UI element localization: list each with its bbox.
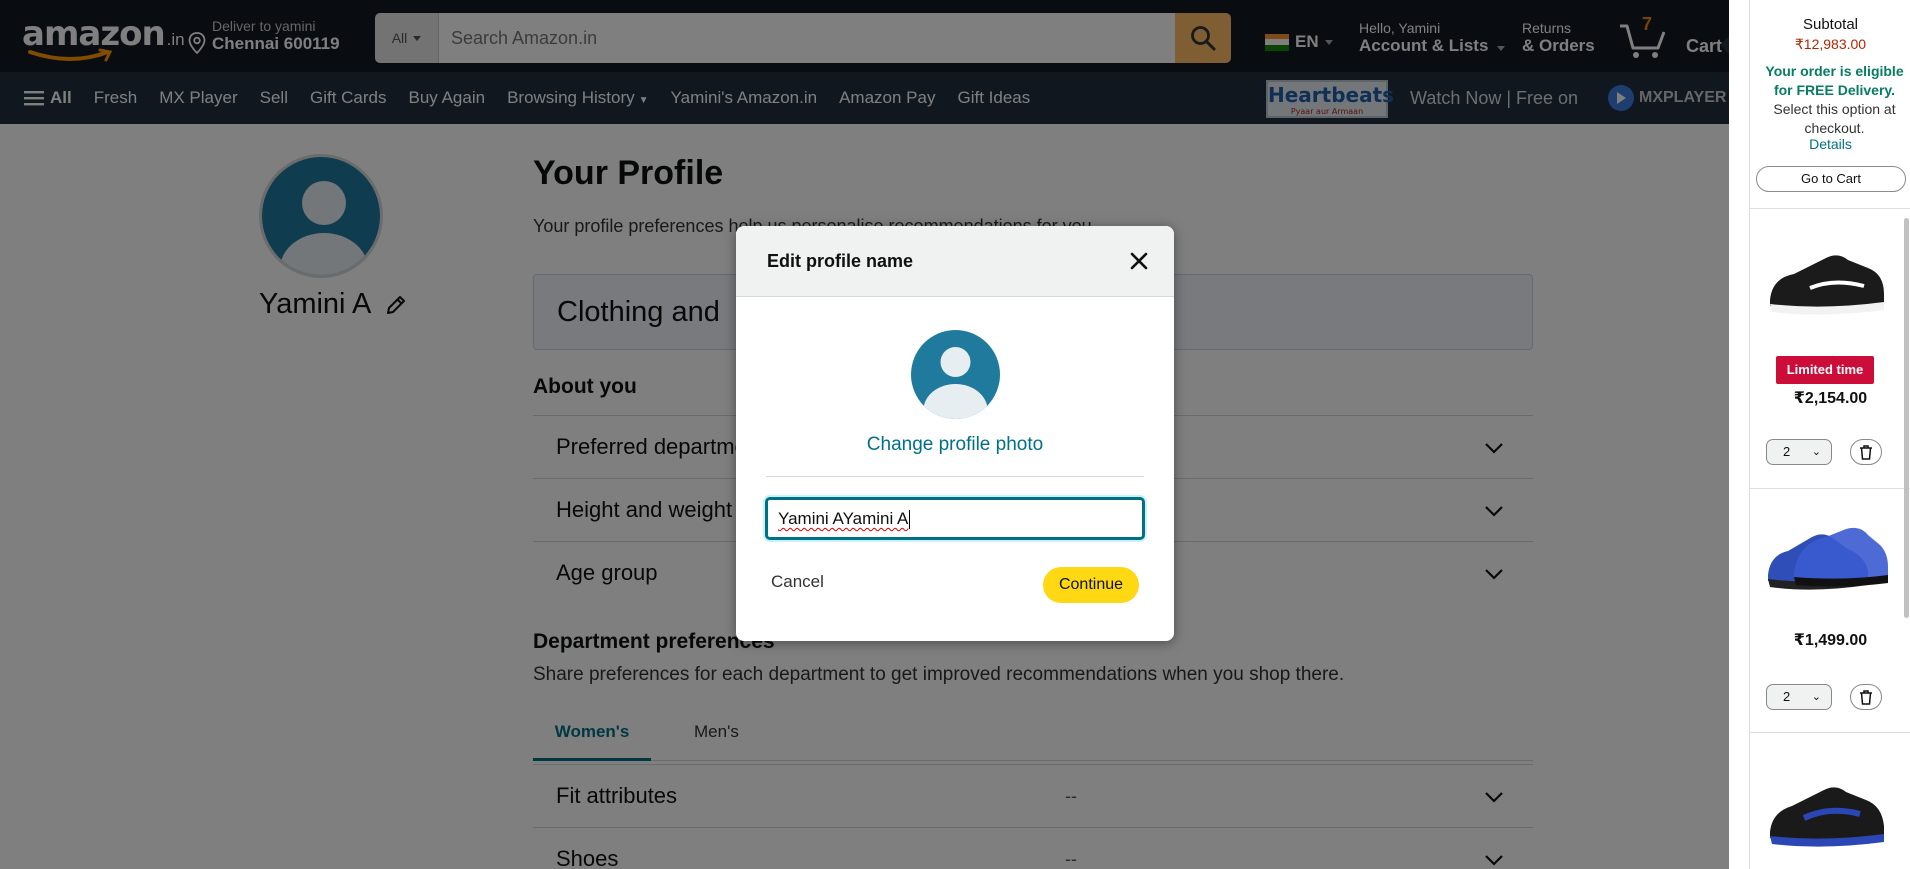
black-white-shoe-icon[interactable]	[1764, 238, 1890, 328]
delete-item-button[interactable]	[1850, 439, 1882, 465]
go-to-cart-button[interactable]: Go to Cart	[1756, 166, 1906, 192]
free-delivery-rest: Select this option at checkout.	[1773, 101, 1896, 136]
subtotal-label: Subtotal	[1802, 16, 1859, 33]
details-link[interactable]: Details	[1750, 136, 1910, 152]
dialog-title: Edit profile name	[767, 251, 914, 271]
continue-button[interactable]: Continue	[1043, 567, 1139, 603]
panel-pointer	[1720, 36, 1729, 54]
close-icon[interactable]	[1128, 250, 1150, 272]
chevron-down-icon: ⌄	[1811, 691, 1821, 703]
quantity-value: 2	[1783, 444, 1791, 459]
free-delivery-bold: Your order is eligible for FREE Delivery…	[1765, 63, 1904, 98]
blue-black-shoe-icon[interactable]	[1764, 515, 1890, 605]
trash-icon	[1860, 689, 1872, 705]
dialog-avatar[interactable]	[911, 330, 1000, 419]
dialog-header: Edit profile name	[736, 226, 1174, 297]
divider	[1750, 488, 1910, 489]
quantity-value: 2	[1783, 689, 1791, 704]
quantity-dropdown[interactable]: 2 ⌄	[1766, 684, 1832, 710]
limited-time-badge: Limited time	[1776, 356, 1874, 384]
cart-sidebar: Subtotal ₹12,983.00 Your order is eligib…	[1749, 0, 1910, 869]
divider	[1750, 208, 1910, 209]
free-delivery-message: Your order is eligible for FREE Delivery…	[1762, 62, 1907, 138]
quantity-dropdown[interactable]: 2 ⌄	[1766, 439, 1832, 465]
edit-profile-name-dialog: Edit profile name Change profile photo Y…	[736, 226, 1174, 641]
item-price: ₹2,154.00	[1793, 390, 1868, 407]
divider	[766, 476, 1144, 477]
item-price: ₹1,499.00	[1793, 632, 1868, 649]
delete-item-button[interactable]	[1850, 684, 1882, 710]
text-cursor	[909, 510, 911, 530]
black-blue-shoe-icon[interactable]	[1764, 770, 1890, 860]
profile-name-input-value: Yamini AYamini A	[778, 509, 909, 528]
cart-sidebar-scrollbar[interactable]	[1904, 218, 1909, 618]
trash-icon	[1860, 444, 1872, 460]
profile-name-input[interactable]: Yamini AYamini A	[765, 497, 1145, 540]
change-profile-photo-link[interactable]: Change profile photo	[736, 434, 1174, 456]
subtotal-value: ₹12,983.00	[1794, 36, 1867, 52]
divider	[1750, 732, 1910, 733]
chevron-down-icon: ⌄	[1811, 446, 1821, 458]
user-avatar-icon	[911, 330, 1000, 419]
cancel-button[interactable]: Cancel	[771, 572, 824, 592]
